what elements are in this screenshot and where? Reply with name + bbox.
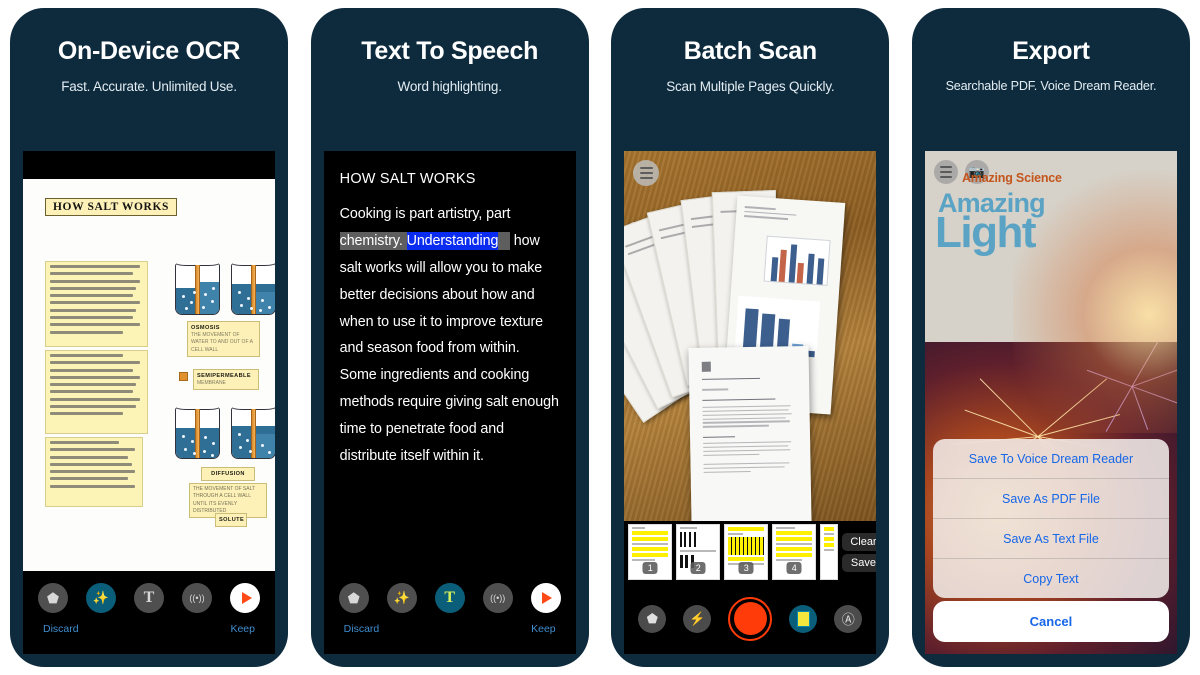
page-subtitle: Fast. Accurate. Unlimited Use. [61,78,237,94]
document-text-block [45,350,148,434]
flash-icon[interactable]: ⚡ [683,604,712,633]
play-icon[interactable] [230,583,260,613]
page-subtitle: Searchable PDF. Voice Dream Reader. [945,78,1157,93]
text-icon[interactable]: T [434,583,465,613]
diagram-label-osmosis: OSMOSIS THE MOVEMENT OF WATER TO AND OUT… [187,321,260,357]
status-bar [23,151,275,179]
reader-text-after: how salt works will allow you to make be… [339,232,559,464]
word-highlight: Understanding [406,231,499,250]
strip-actions: Clear Save [842,532,877,572]
crop-icon[interactable]: ⬟ [338,583,369,613]
diagram-label-solute: SOLUTE [215,513,247,528]
camera-toolbar: ⬟ ⚡ Ⓐ [624,583,877,654]
auto-capture-icon[interactable]: Ⓐ [834,604,863,633]
document-text-block [45,261,148,347]
document-text-block [45,437,143,507]
thumbnail-number: 2 [690,562,706,574]
discard-button[interactable]: Discard [43,623,79,635]
sentence-highlight: chemistry. [339,231,407,250]
phone-screen-ocr: HOW SALT WORKS OSMOSIS THE MOVEMENT OF W… [23,151,275,654]
page-title: Export [1012,37,1090,65]
camera-viewfinder[interactable] [624,151,877,521]
reader-text-before: Cooking is part artistry, part [339,206,511,222]
document-title: HOW SALT WORKS [45,198,177,216]
thumbnail-number: 3 [738,562,754,574]
perspective-icon[interactable]: ⬟ [638,604,667,633]
magic-wand-icon[interactable]: ✨ [86,583,116,613]
thumbnail-page[interactable] [820,524,839,580]
phone-panel-export: Export Searchable PDF. Voice Dream Reade… [911,8,1190,667]
cover-title-line2: Light [934,208,1037,257]
phone-screen-tts: HOW SALT WORKS Cooking is part artistry,… [323,151,576,654]
thumbnail-page[interactable]: 1 [628,524,673,580]
scanned-page-preview [688,345,812,521]
scanned-document-preview[interactable]: HOW SALT WORKS OSMOSIS THE MOVEMENT OF W… [23,179,275,571]
thumbnail-page[interactable]: 3 [724,524,769,580]
cover-brand: Amazing Science [961,171,1062,185]
page-title: Text To Speech [361,37,539,65]
phone-screen-export: 📷 Amazing Science Amazing Light Save To … [924,151,1177,654]
page-title: On-Device OCR [57,37,241,65]
phone-panel-tts: Text To Speech Word highlighting. HOW SA… [310,8,589,667]
action-save-to-voice-dream-reader[interactable]: Save To Voice Dream Reader [932,439,1169,479]
thumbnail-number: 1 [642,562,658,574]
action-save-as-text[interactable]: Save As Text File [932,519,1169,559]
pages-icon[interactable] [789,604,818,633]
phone-panel-ocr: On-Device OCR Fast. Accurate. Unlimited … [10,8,288,667]
editor-toolbar-ocr: ⬟ ✨ T ((•)) Discard Keep [23,571,275,654]
reader-heading: HOW SALT WORKS [339,171,476,187]
diagram-label-membrane: SEMIPERMEABLE MEMBRANE [193,369,259,391]
reader-paragraph: Cooking is part artistry, part chemistry… [339,201,560,470]
phone-screen-batch: 1 2 3 4 Clear Save ⬟ ⚡ Ⓐ [624,151,877,654]
page-title: Batch Scan [683,37,817,65]
speaker-icon[interactable]: ((•)) [482,583,513,613]
reader-view[interactable]: HOW SALT WORKS Cooking is part artistry,… [323,151,576,571]
speaker-icon[interactable]: ((•)) [182,583,212,613]
play-icon[interactable] [530,583,561,613]
discard-button[interactable]: Discard [344,623,380,635]
keep-button[interactable]: Keep [230,623,255,635]
bar-chart-thumbnail [763,235,831,286]
panel-header-export: Export Searchable PDF. Voice Dream Reade… [912,8,1190,93]
crop-icon[interactable]: ⬟ [38,583,68,613]
page-thumbnail-strip[interactable]: 1 2 3 4 Clear Save [624,521,877,583]
membrane-swatch [179,372,188,381]
thumbnail-page[interactable]: 2 [676,524,721,580]
phone-panel-batch-scan: Batch Scan Scan Multiple Pages Quickly. [611,8,890,667]
cancel-button[interactable]: Cancel [932,601,1169,642]
panel-header-tts: Text To Speech Word highlighting. [311,8,589,94]
text-icon[interactable]: T [134,583,164,613]
panel-header-ocr: On-Device OCR Fast. Accurate. Unlimited … [10,8,288,94]
sentence-highlight-tail [498,231,510,250]
hamburger-menu-icon[interactable] [933,160,958,184]
keep-button[interactable]: Keep [531,623,556,635]
clear-button[interactable]: Clear [842,532,877,551]
export-action-sheet: Save To Voice Dream Reader Save As PDF F… [932,439,1169,598]
page-subtitle: Word highlighting. [397,78,502,94]
editor-toolbar-tts: ⬟ ✨ T ((•)) Discard Keep [323,571,576,654]
shutter-button[interactable] [728,596,773,641]
page-subtitle: Scan Multiple Pages Quickly. [666,78,835,94]
thumbnail-page[interactable]: 4 [772,524,817,580]
app-store-screenshot-gallery: On-Device OCR Fast. Accurate. Unlimited … [0,0,1200,675]
panel-header-batch: Batch Scan Scan Multiple Pages Quickly. [611,8,889,94]
diagram-label-diffusion: DIFFUSION [201,467,255,482]
action-copy-text[interactable]: Copy Text [933,559,1169,598]
action-save-as-pdf[interactable]: Save As PDF File [932,479,1169,519]
thumbnail-number: 4 [786,562,802,574]
save-button[interactable]: Save [842,553,877,572]
magic-wand-icon[interactable]: ✨ [386,583,417,613]
